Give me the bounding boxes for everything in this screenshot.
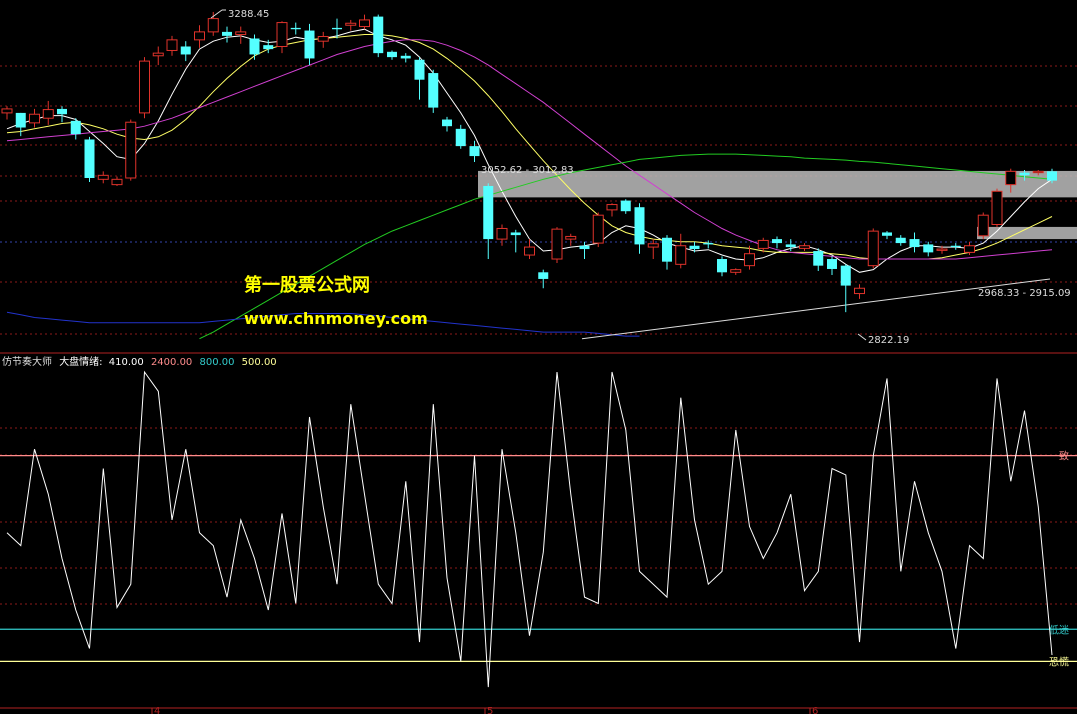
candle-body-61 (840, 265, 851, 286)
candle-body-23 (317, 36, 329, 42)
lower-zone-label: 2968.33 - 2915.09 (978, 288, 1071, 299)
candle-body-5 (70, 120, 81, 135)
ref-label-0: 一致 (1049, 450, 1069, 463)
candle-body-73 (1005, 170, 1017, 186)
candle-body-25 (345, 22, 357, 26)
candle-body-59 (813, 251, 824, 266)
candle-body-76 (1047, 171, 1057, 181)
indicator-value-3: 800.00 (199, 357, 234, 368)
candle-body-50 (689, 245, 700, 250)
candle-body-1 (15, 112, 26, 128)
candle-body-58 (799, 245, 810, 249)
candle-body-2 (29, 113, 40, 124)
candle-body-35 (483, 185, 494, 240)
candle-body-27 (373, 16, 384, 54)
candle-body-46 (634, 207, 645, 245)
candle-body-47 (647, 243, 659, 248)
low-price-label: 2822.19 (868, 335, 909, 346)
candle-body-31 (428, 73, 439, 108)
candle-body-62 (854, 287, 865, 295)
date-tick-1: 4 (154, 706, 160, 714)
candle-body-7 (97, 174, 109, 180)
candle-body-37 (510, 232, 521, 236)
candle-body-10 (139, 60, 150, 114)
high-price-label: 3288.45 (228, 9, 269, 20)
candle-body-40 (551, 228, 563, 260)
candle-body-45 (620, 200, 631, 212)
candle-body-55 (757, 239, 769, 249)
candle-body-75 (1032, 170, 1044, 174)
candle-body-18 (249, 38, 260, 55)
candle-body-20 (276, 22, 288, 47)
candle-body-69 (950, 245, 961, 248)
candle-body-63 (867, 230, 879, 267)
candle-body-32 (442, 119, 452, 127)
candle-body-4 (57, 108, 67, 115)
candle-body-21 (290, 27, 301, 30)
candle-body-57 (785, 244, 796, 248)
indicator-value-4: 500.00 (242, 357, 277, 368)
candle-body-71 (977, 214, 989, 237)
ref-label-2: 恐慌 (1049, 656, 1069, 668)
candle-body-64 (882, 232, 892, 236)
candle-body-11 (152, 52, 164, 57)
candle-body-36 (496, 227, 508, 240)
indicator-title: 大盘情绪: (59, 355, 102, 368)
candle-body-44 (606, 204, 618, 211)
candle-body-3 (42, 109, 54, 119)
candle-body-29 (400, 55, 411, 59)
candle-body-48 (662, 237, 672, 262)
candle-body-14 (194, 31, 205, 41)
candle-body-33 (455, 128, 466, 147)
candle-body-66 (909, 239, 920, 248)
watermark-url: www.chnmoney.com (244, 309, 428, 328)
indicator-header: 仿节奏大师 大盘情绪: 410.00 2400.00 800.00 500.00 (2, 355, 277, 368)
candle-body-65 (895, 237, 906, 244)
upper-zone-label: 3052.62 - 3012.83 (481, 165, 574, 176)
candle-body-52 (717, 259, 727, 273)
candle-body-54 (744, 253, 755, 267)
candle-body-39 (538, 272, 549, 279)
candle-body-34 (469, 146, 480, 157)
candle-body-28 (387, 51, 397, 58)
indicator-value-1: 410.00 (109, 357, 144, 368)
candle-body-9 (125, 121, 137, 179)
candle-body-43 (592, 214, 604, 244)
stock-chart[interactable]: 3288.45 3052.62 - 3012.83 2968.33 - 2915… (0, 0, 1077, 714)
watermark-title: 第一股票公式网 (244, 274, 370, 296)
candle-body-51 (703, 243, 714, 245)
candle-body-53 (730, 269, 742, 273)
candle-body-26 (359, 19, 370, 28)
candle-body-17 (235, 31, 247, 36)
candle-body-6 (84, 139, 95, 178)
candle-body-16 (222, 31, 232, 36)
candle-body-70 (964, 245, 975, 253)
candle-body-12 (166, 39, 178, 51)
candle-body-30 (414, 59, 425, 80)
candle-body-0 (1, 108, 13, 114)
candle-body-22 (304, 30, 315, 59)
candle-body-15 (207, 18, 219, 33)
candle-body-72 (991, 190, 1003, 225)
candle-body-56 (772, 239, 782, 244)
candle-body-60 (827, 259, 837, 269)
candle-body-74 (1019, 172, 1030, 176)
candle-body-38 (524, 246, 535, 256)
candle-body-8 (111, 178, 123, 186)
candle-body-68 (936, 248, 948, 251)
indicator-name: 仿节奏大师 (2, 355, 52, 368)
date-tick-3: 6 (812, 706, 818, 714)
ref-label-1: 低迷 (1049, 623, 1069, 636)
date-tick-2: 5 (487, 706, 493, 714)
candle-body-42 (579, 245, 590, 250)
candle-body-19 (263, 45, 274, 50)
candle-body-13 (180, 46, 191, 55)
candle-body-49 (675, 245, 687, 265)
candle-body-67 (923, 244, 934, 253)
indicator-value-2: 2400.00 (151, 357, 192, 368)
candle-body-41 (565, 235, 577, 240)
candle-body-24 (332, 27, 342, 30)
